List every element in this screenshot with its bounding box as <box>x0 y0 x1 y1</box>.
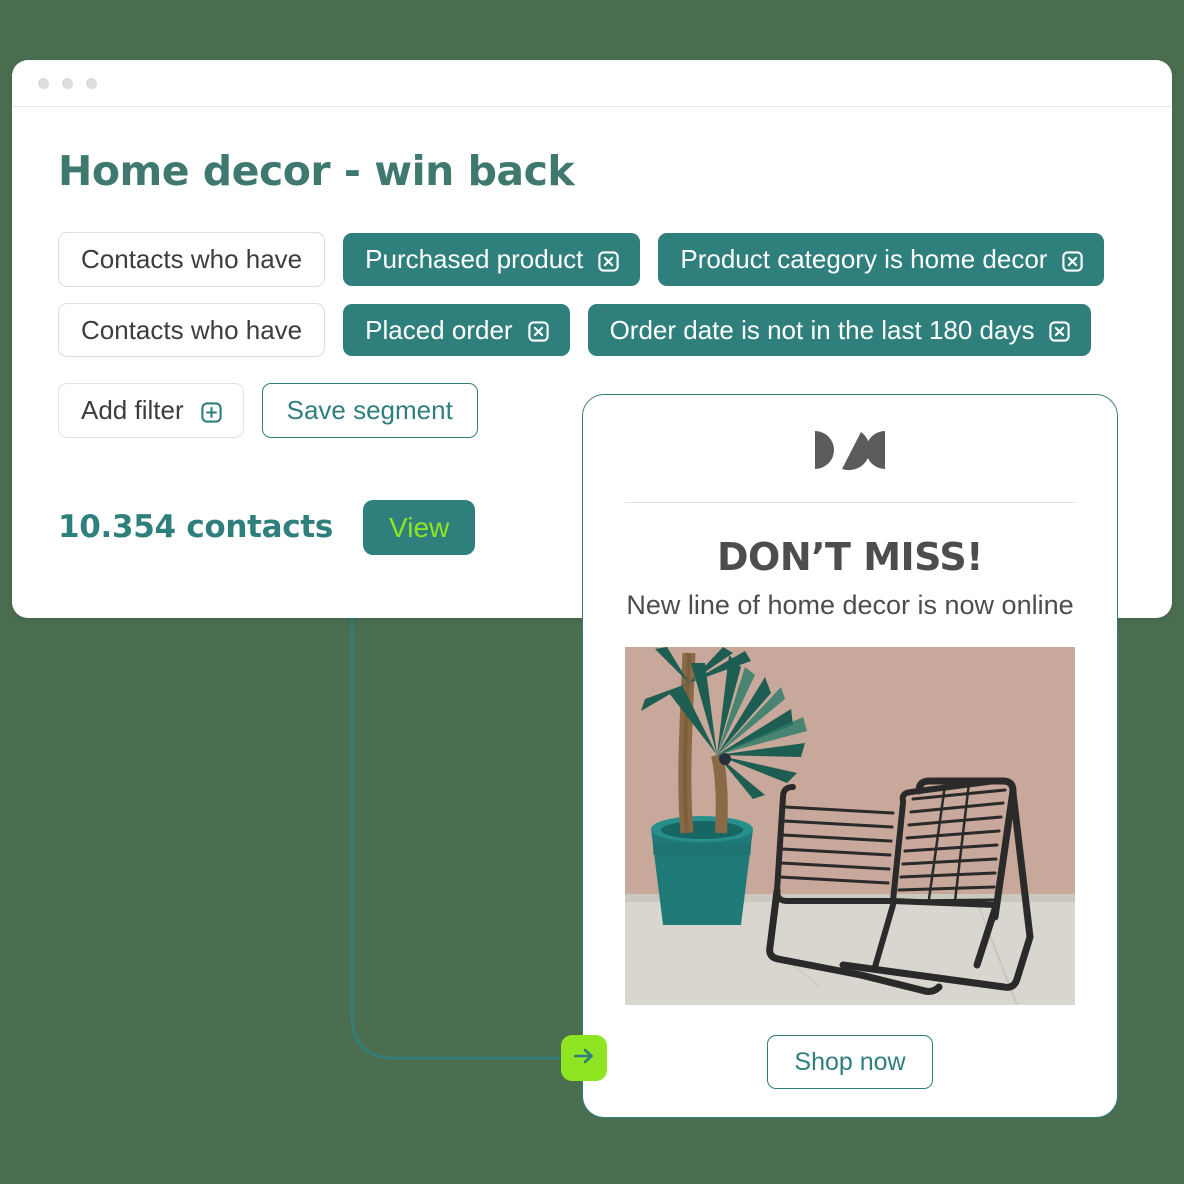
product-photo <box>625 647 1075 1006</box>
close-icon[interactable] <box>527 318 550 342</box>
shop-now-button[interactable]: Shop now <box>767 1035 933 1090</box>
contacts-count: 10.354 contacts <box>58 509 334 546</box>
view-button[interactable]: View <box>363 499 476 556</box>
window-dot-minimize[interactable] <box>62 77 73 89</box>
page-title: Home decor - win back <box>58 147 575 195</box>
contacts-condition-select-1[interactable]: Contacts who have <box>58 232 326 287</box>
close-icon[interactable] <box>1061 248 1084 272</box>
filter-pill-order-date[interactable]: Order date is not in the last 180 days <box>587 303 1092 356</box>
email-cta-row: Shop now <box>625 1035 1075 1090</box>
window-controls <box>38 77 97 89</box>
email-subheading: New line of home decor is now online <box>626 589 1074 620</box>
window-dot-close[interactable] <box>38 77 49 89</box>
canvas: Home decor - win back Contacts who have … <box>0 0 1184 1184</box>
contacts-condition-select-2[interactable]: Contacts who have <box>58 302 326 357</box>
add-filter-button[interactable]: Add filter <box>58 383 244 438</box>
save-segment-button[interactable]: Save segment <box>261 383 478 438</box>
filter-pill-label: Order date is not in the last 180 days <box>609 314 1035 345</box>
filter-pill-product-category[interactable]: Product category is home decor <box>658 233 1105 286</box>
email-content: DON’T MISS! New line of home decor is no… <box>583 395 1117 1090</box>
filter-row-1: Contacts who have Purchased product Prod… <box>58 232 1126 287</box>
close-icon[interactable] <box>1048 318 1071 342</box>
close-icon[interactable] <box>597 248 620 272</box>
filter-pill-purchased-product[interactable]: Purchased product <box>343 233 641 286</box>
plus-square-icon <box>200 399 223 423</box>
arrow-right-icon <box>571 1043 597 1074</box>
flow-arrow-badge[interactable] <box>561 1035 607 1081</box>
filter-pill-label: Product category is home decor <box>680 244 1048 274</box>
add-filter-label: Add filter <box>81 395 184 425</box>
brand-logo-icon <box>625 429 1075 476</box>
window-dot-maximize[interactable] <box>86 77 97 89</box>
filter-pill-label: Purchased product <box>365 244 584 274</box>
browser-titlebar <box>12 60 1172 107</box>
email-divider <box>625 502 1075 503</box>
filter-pill-label: Placed order <box>365 314 513 345</box>
email-preview-card: DON’T MISS! New line of home decor is no… <box>582 394 1118 1118</box>
filter-pill-placed-order[interactable]: Placed order <box>343 303 570 356</box>
email-heading: DON’T MISS! <box>716 535 984 579</box>
filter-row-2: Contacts who have Placed order Order dat… <box>58 302 1126 357</box>
